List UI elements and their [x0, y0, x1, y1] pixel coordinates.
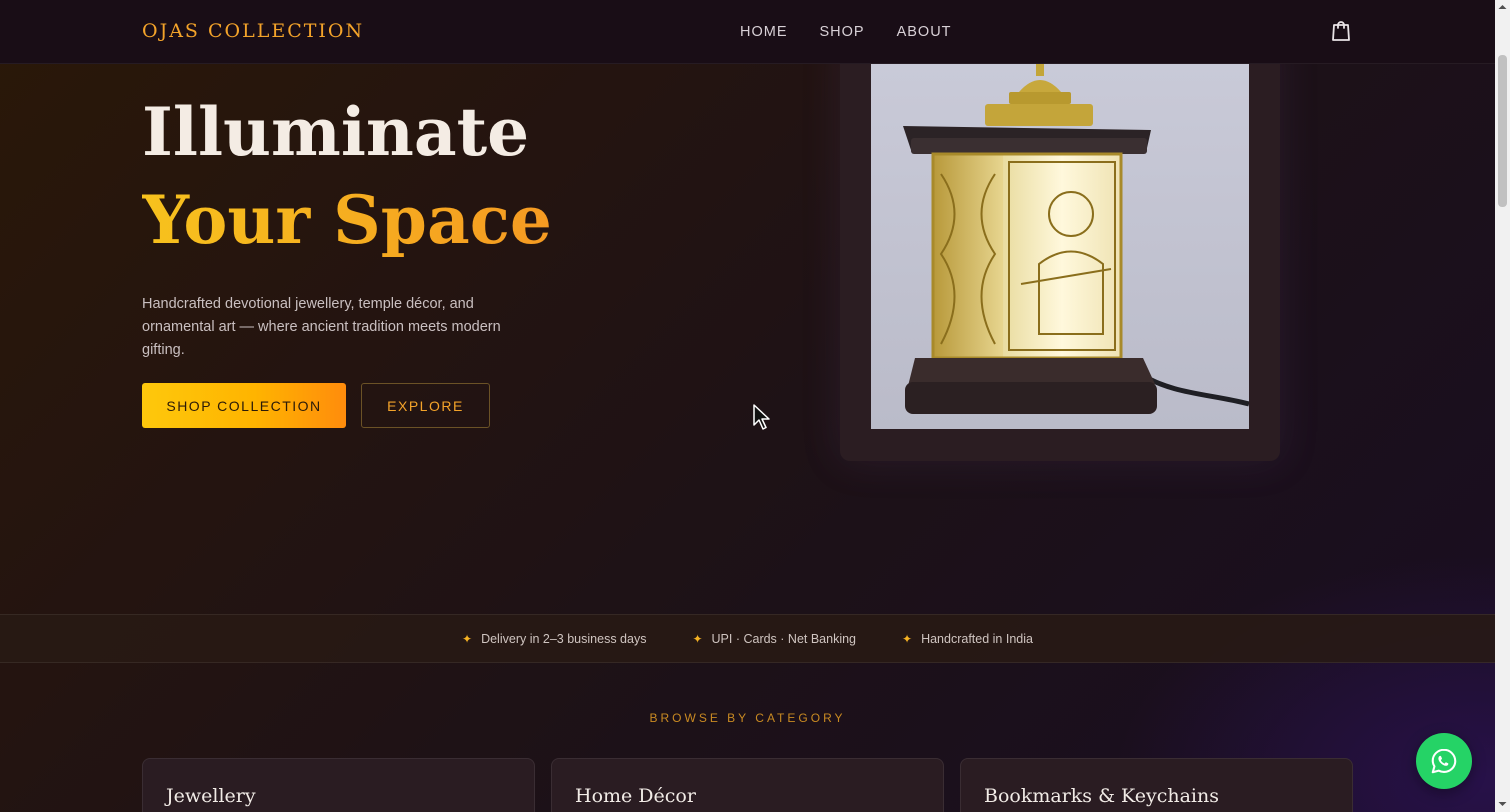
- whatsapp-button[interactable]: [1416, 733, 1472, 789]
- shopping-bag-icon: [1332, 21, 1350, 41]
- nav-link-home[interactable]: HOME: [740, 24, 788, 40]
- scroll-up-arrow-icon[interactable]: [1495, 0, 1510, 14]
- vertical-scrollbar[interactable]: [1495, 0, 1510, 812]
- shop-collection-button[interactable]: SHOP COLLECTION: [142, 383, 346, 428]
- hero-description: Handcrafted devotional jewellery, temple…: [142, 296, 501, 358]
- hero-product-image: [871, 64, 1249, 429]
- category-card-home-decor[interactable]: Home Décor: [551, 758, 944, 812]
- navbar: OJAS COLLECTION HOME SHOP ABOUT: [0, 0, 1495, 64]
- feature-item: ✦ UPI · Cards · Net Banking: [692, 632, 856, 646]
- scrollbar-thumb[interactable]: [1498, 55, 1507, 207]
- sparkle-icon: ✦: [692, 631, 703, 646]
- sparkle-icon: ✦: [902, 631, 913, 646]
- feature-item: ✦ Handcrafted in India: [902, 632, 1033, 646]
- scroll-down-arrow-icon[interactable]: [1495, 797, 1510, 811]
- explore-button[interactable]: EXPLORE: [361, 383, 490, 428]
- categories-heading: BROWSE BY CATEGORY: [649, 711, 846, 725]
- whatsapp-icon: [1431, 748, 1457, 774]
- nav-link-about[interactable]: ABOUT: [897, 24, 952, 40]
- hero-title-line1: Illuminate: [142, 93, 530, 171]
- brand-logo[interactable]: OJAS COLLECTION: [142, 20, 364, 42]
- category-title: Home Décor: [575, 785, 696, 807]
- category-card-bookmarks-keychains[interactable]: Bookmarks & Keychains: [960, 758, 1353, 812]
- temple-lamp-illustration: [903, 64, 1249, 414]
- category-title: Jewellery: [166, 785, 256, 807]
- feature-text: Delivery in 2–3 business days: [481, 631, 647, 646]
- hero-title-line2: Your Space: [142, 181, 552, 259]
- nav-links: HOME SHOP ABOUT: [740, 24, 952, 40]
- sparkle-icon: ✦: [462, 631, 473, 646]
- mouse-cursor-icon: [753, 404, 770, 430]
- feature-item: ✦ Delivery in 2–3 business days: [462, 632, 646, 646]
- cart-button[interactable]: [1329, 19, 1353, 43]
- feature-text: Handcrafted in India: [921, 631, 1033, 646]
- nav-link-shop[interactable]: SHOP: [820, 24, 865, 40]
- page: OJAS COLLECTION HOME SHOP ABOUT SACRED C…: [0, 0, 1510, 812]
- feature-strip: ✦ Delivery in 2–3 business days ✦ UPI · …: [0, 614, 1495, 663]
- category-title: Bookmarks & Keychains: [984, 785, 1219, 807]
- category-card-jewellery[interactable]: Jewellery: [142, 758, 535, 812]
- feature-text: UPI · Cards · Net Banking: [711, 631, 857, 646]
